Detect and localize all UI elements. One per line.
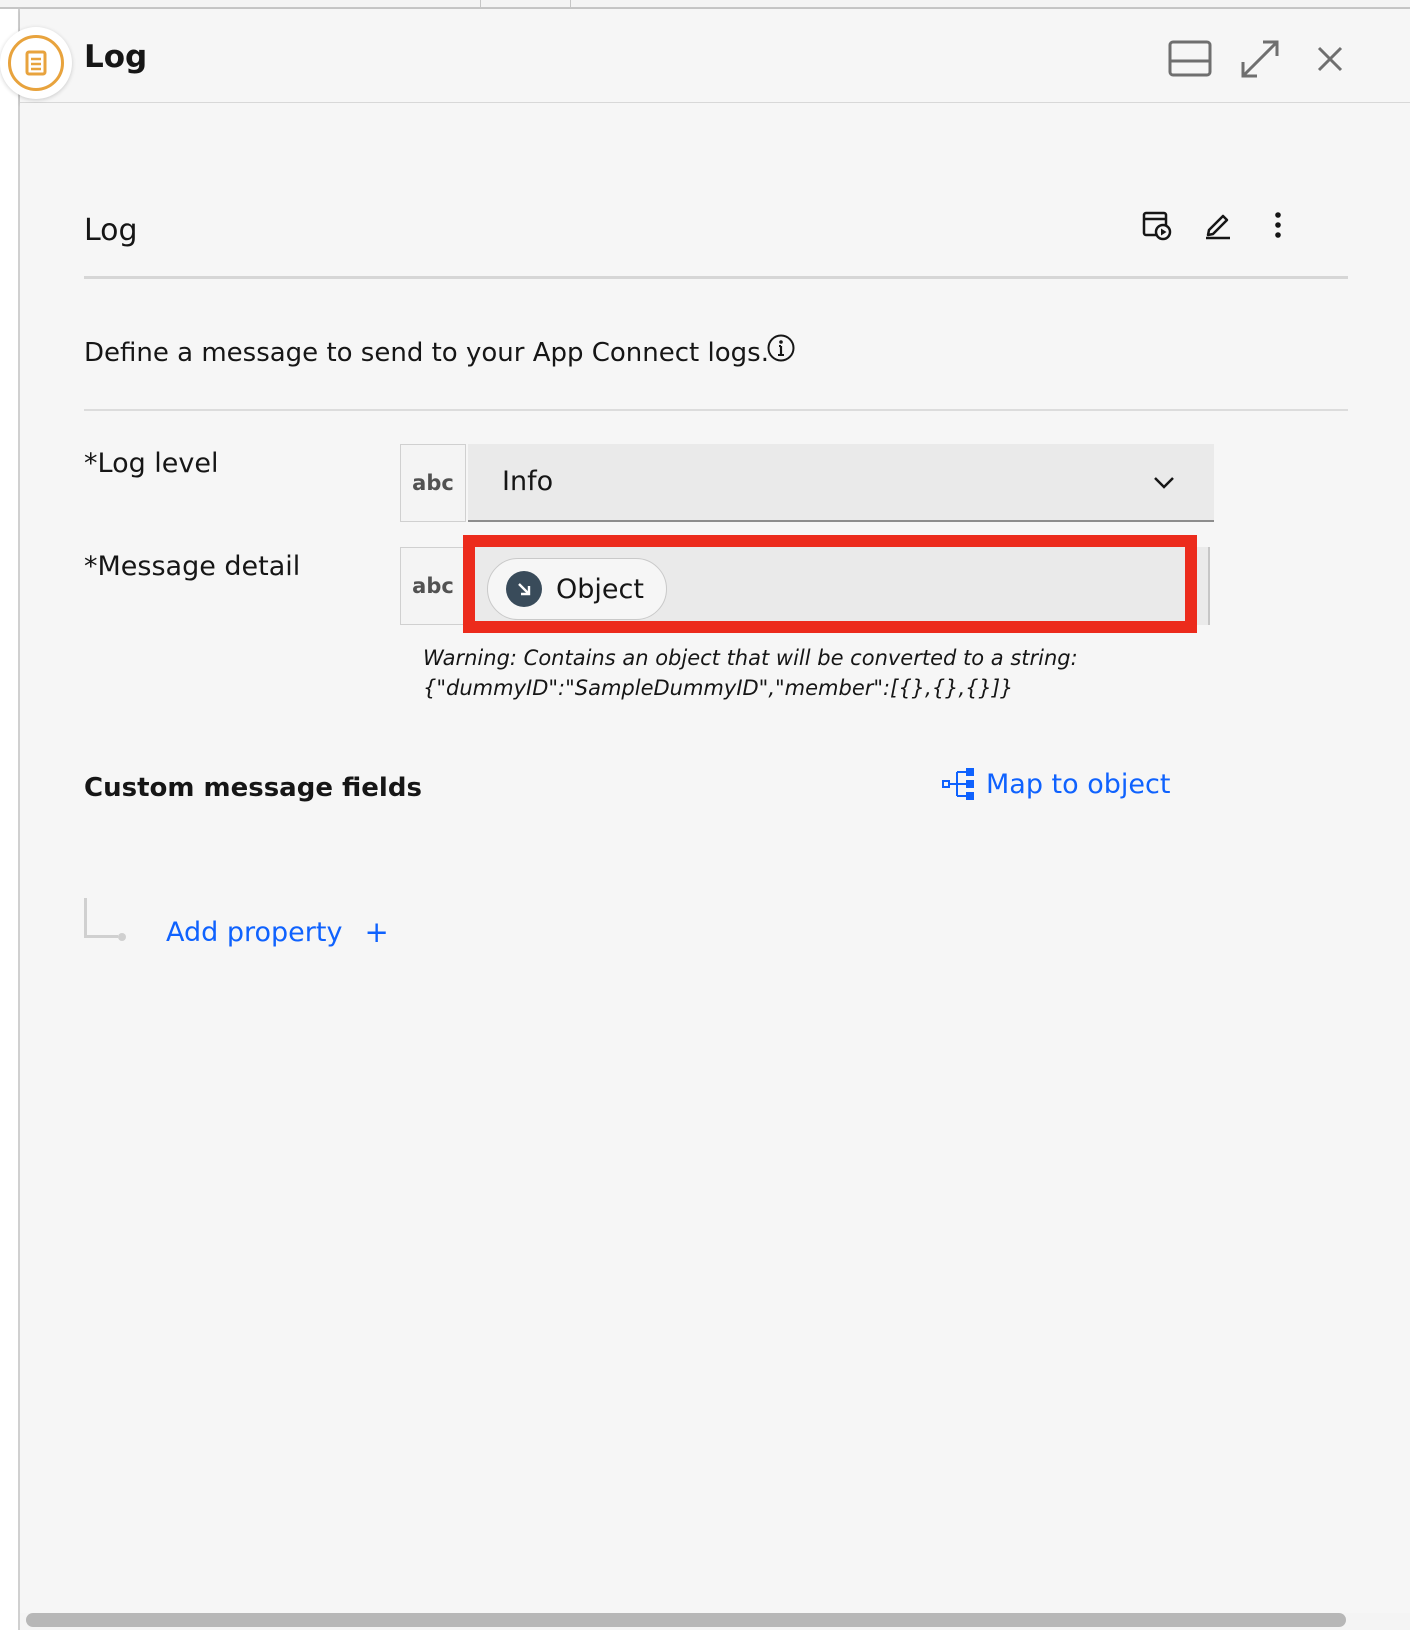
panel-header: Log xyxy=(0,9,1410,103)
warning-json: {"dummyID":"SampleDummyID","member":[{},… xyxy=(423,676,1014,700)
map-to-object-link[interactable]: Map to object xyxy=(942,767,1170,801)
description-text: Define a message to send to your App Con… xyxy=(84,338,769,368)
add-property-button[interactable]: Add property + xyxy=(166,915,389,949)
warning-line: Warning: Contains an object that will be… xyxy=(423,646,1078,670)
section-divider xyxy=(84,276,1348,279)
split-panel-icon xyxy=(1168,40,1212,77)
message-detail-type-badge: abc xyxy=(400,547,466,625)
tab-divider xyxy=(480,0,481,9)
log-level-select[interactable]: Info xyxy=(468,444,1214,522)
edit-icon xyxy=(1206,214,1230,240)
canvas-edge xyxy=(0,9,20,1630)
horizontal-scrollbar[interactable] xyxy=(26,1613,1346,1627)
maximize-icon xyxy=(1241,40,1279,78)
map-tree-icon xyxy=(942,768,974,800)
tab-divider xyxy=(570,0,571,9)
object-token-label: Object xyxy=(556,573,644,605)
log-level-label: *Log level xyxy=(84,448,219,479)
close-icon xyxy=(1317,46,1343,72)
description-divider xyxy=(84,409,1348,411)
overflow-menu-icon xyxy=(1275,212,1281,238)
split-panel-button[interactable] xyxy=(1164,33,1216,85)
log-app-icon xyxy=(0,27,72,99)
chevron-down-icon xyxy=(1154,477,1174,489)
overflow-menu-button[interactable] xyxy=(1255,202,1301,248)
plus-icon: + xyxy=(364,915,389,949)
edit-button[interactable] xyxy=(1195,202,1241,248)
log-level-type-badge: abc xyxy=(400,444,466,522)
panel-title: Log xyxy=(84,39,148,75)
section-title: Log xyxy=(84,213,138,248)
add-property-label: Add property xyxy=(166,916,343,948)
tree-connector-dot xyxy=(118,933,126,941)
close-button[interactable] xyxy=(1304,33,1356,85)
maximize-button[interactable] xyxy=(1234,33,1286,85)
object-warning: Warning: Contains an object that will be… xyxy=(423,643,1203,703)
info-icon[interactable] xyxy=(766,333,796,363)
message-detail-label: *Message detail xyxy=(84,551,301,582)
log-level-value: Info xyxy=(502,466,554,497)
test-run-icon xyxy=(1142,211,1172,241)
tree-connector xyxy=(84,898,118,938)
map-to-object-label: Map to object xyxy=(986,768,1171,800)
test-run-button[interactable] xyxy=(1134,202,1180,248)
log-config-panel: Log Define a message to send to your App… xyxy=(20,103,1410,1613)
log-document-icon xyxy=(25,50,47,76)
custom-fields-title: Custom message fields xyxy=(84,773,422,803)
mapping-arrow-icon xyxy=(506,571,542,607)
top-tab-strip xyxy=(0,0,1410,9)
object-token[interactable]: Object xyxy=(487,558,667,620)
